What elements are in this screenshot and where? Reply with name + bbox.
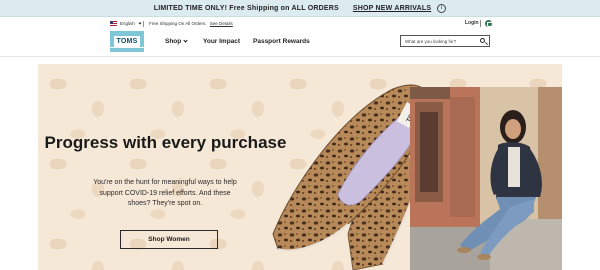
search-icon[interactable]	[480, 38, 485, 43]
logo-text: TOMS	[113, 36, 141, 47]
hero-banner: Progress with every purchase You're on t…	[38, 64, 562, 270]
login-cart-divider	[480, 20, 481, 27]
chevron-down-icon	[183, 38, 188, 43]
nav-item-shop-label: Shop	[165, 38, 182, 45]
nav-item-passport-rewards-label: Passport Rewards	[253, 38, 310, 45]
search-box[interactable]	[400, 35, 490, 47]
nav-item-passport-rewards[interactable]: Passport Rewards	[253, 38, 310, 45]
language-label: English	[120, 21, 135, 26]
nav-item-your-impact-label: Your Impact	[203, 38, 241, 45]
nav-item-your-impact[interactable]: Your Impact	[203, 38, 240, 45]
toms-logo[interactable]: TOMS	[110, 31, 144, 52]
shop-women-button[interactable]: Shop Women	[120, 230, 218, 249]
cart-icon[interactable]	[485, 20, 493, 27]
promo-bar: LIMITED TIME ONLY! Free Shipping on ALL …	[0, 0, 600, 17]
utility-bar: English Free Shipping On All Orders. See…	[0, 17, 600, 31]
promo-text: LIMITED TIME ONLY! Free Shipping on ALL …	[153, 4, 339, 12]
us-flag-icon	[110, 21, 117, 26]
shipping-text: Free Shipping On All Orders.	[149, 21, 207, 26]
login-link[interactable]: Login	[465, 20, 479, 26]
hero-subtext: You're on the hunt for meaningful ways t…	[93, 179, 237, 207]
see-details-link[interactable]: See Details	[210, 21, 233, 26]
shop-new-arrivals-link[interactable]: SHOP NEW ARRIVALS	[353, 5, 431, 12]
info-circle-icon[interactable]: i	[437, 3, 447, 13]
chevron-down-icon	[138, 21, 142, 24]
language-selector[interactable]: English	[110, 21, 142, 26]
woman-lifestyle-photo	[410, 87, 562, 270]
nav-item-shop[interactable]: Shop	[165, 38, 188, 45]
search-input[interactable]	[405, 37, 477, 46]
main-nav: TOMS Shop Your Impact Passport Rewards	[0, 31, 600, 57]
utility-divider	[143, 21, 144, 27]
shipping-notice: Free Shipping On All Orders. See Details	[149, 21, 233, 26]
